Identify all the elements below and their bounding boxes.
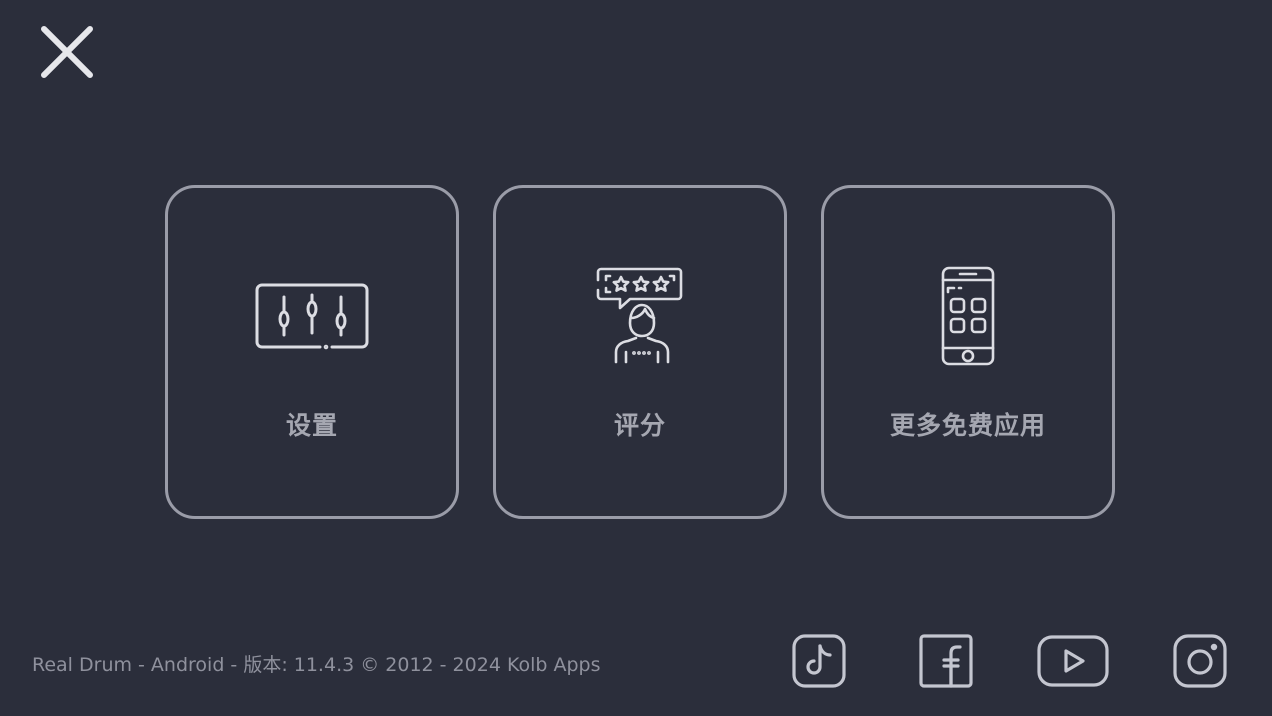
- instagram-icon: [1173, 634, 1227, 688]
- version-info: Real Drum - Android - 版本: 11.4.3 © 2012 …: [32, 654, 601, 676]
- youtube-button[interactable]: [1036, 632, 1110, 690]
- menu-cards: 设置 评分 更多免费应用: [165, 185, 1115, 519]
- more-apps-card[interactable]: 更多免费应用: [821, 185, 1115, 519]
- rate-label: 评分: [613, 411, 666, 440]
- settings-label: 设置: [285, 411, 338, 440]
- phone-apps-icon: [938, 266, 998, 366]
- close-icon: [41, 26, 93, 78]
- close-button[interactable]: [38, 24, 96, 80]
- tiktok-icon: [792, 634, 846, 688]
- facebook-icon: [919, 634, 973, 688]
- rate-card[interactable]: 评分: [493, 185, 787, 519]
- youtube-icon: [1037, 635, 1109, 687]
- menu-screen: 设置 评分 更多免费应用 Real Drum - Android - 版本: 1…: [0, 0, 1272, 716]
- more-apps-label: 更多免费应用: [889, 411, 1046, 440]
- settings-card[interactable]: 设置: [165, 185, 459, 519]
- instagram-button[interactable]: [1172, 632, 1228, 690]
- sliders-icon: [254, 266, 370, 366]
- facebook-button[interactable]: [918, 632, 974, 690]
- tiktok-button[interactable]: [791, 632, 847, 690]
- rating-icon: [590, 266, 690, 366]
